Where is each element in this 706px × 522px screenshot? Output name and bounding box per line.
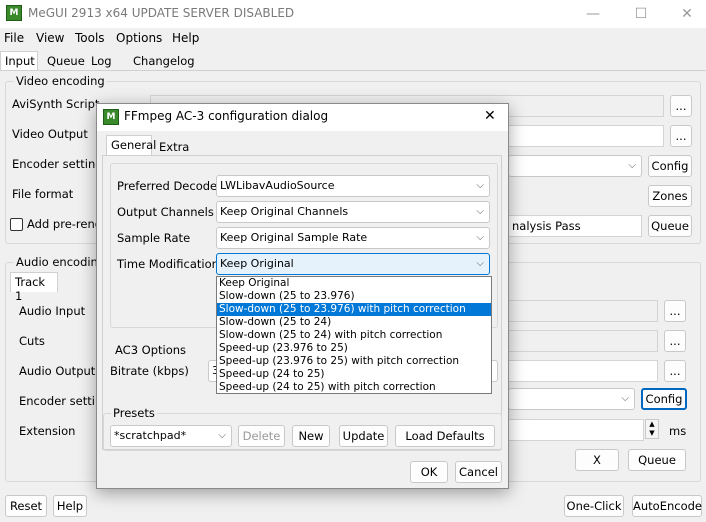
- delay-spinner[interactable]: ▲ ▼: [645, 419, 659, 439]
- ac3-options-label: AC3 Options: [113, 343, 189, 357]
- analysis-pass-field[interactable]: nalysis Pass: [508, 215, 642, 237]
- delay-input[interactable]: [508, 419, 644, 441]
- audio-input-field[interactable]: [508, 300, 658, 322]
- output-channels-value: Keep Original Channels: [220, 205, 349, 218]
- presets-label: Presets: [111, 406, 157, 420]
- dialog-title-bar: M FFmpeg AC-3 configuration dialog ✕: [97, 104, 508, 131]
- tab-changelog[interactable]: Changelog: [128, 51, 200, 71]
- cuts-field[interactable]: [508, 330, 658, 352]
- ok-button[interactable]: OK: [410, 461, 448, 483]
- video-encoder-select[interactable]: ⌵: [508, 155, 642, 177]
- menu-file[interactable]: File: [4, 31, 24, 45]
- audio-config-button[interactable]: Config: [641, 388, 687, 410]
- autoencode-button[interactable]: AutoEncode: [632, 495, 702, 517]
- video-encoding-label: Video encoding: [14, 74, 107, 88]
- chevron-down-icon: ⌵: [476, 180, 484, 191]
- title-bar: M MeGUI 2913 x64 UPDATE SERVER DISABLED …: [0, 0, 706, 28]
- tab-queue[interactable]: Queue: [42, 51, 90, 71]
- chevron-down-icon: ⌵: [621, 393, 629, 404]
- preset-value: *scratchpad*: [114, 429, 187, 442]
- audio-output-label: Audio Output: [19, 364, 96, 378]
- video-output-browse-button[interactable]: ...: [670, 125, 692, 147]
- dialog-title: FFmpeg AC-3 configuration dialog: [124, 109, 329, 123]
- ffmpeg-ac3-dialog: M FFmpeg AC-3 configuration dialog ✕ Gen…: [96, 103, 509, 489]
- audio-remove-button[interactable]: X: [575, 449, 619, 471]
- update-preset-button[interactable]: Update: [339, 425, 388, 447]
- dropdown-option[interactable]: Speed-up (23.976 to 25): [217, 342, 491, 355]
- load-defaults-button[interactable]: Load Defaults: [395, 425, 495, 447]
- bitrate-label: Bitrate (kbps): [110, 364, 189, 378]
- output-channels-label: Output Channels: [117, 205, 214, 219]
- video-config-button[interactable]: Config: [648, 155, 692, 177]
- dialog-tab-extra[interactable]: Extra: [154, 137, 194, 157]
- dropdown-option[interactable]: Slow-down (25 to 23.976): [217, 290, 491, 303]
- megui-logo-icon: M: [6, 5, 22, 21]
- audio-encoder-select[interactable]: ⌵: [508, 388, 635, 410]
- add-pre-render-checkbox[interactable]: [10, 218, 23, 231]
- tab-log[interactable]: Log: [86, 51, 117, 71]
- sample-rate-value: Keep Original Sample Rate: [220, 231, 368, 244]
- dropdown-option[interactable]: Slow-down (25 to 24): [217, 316, 491, 329]
- chevron-down-icon: ⌵: [476, 206, 484, 217]
- audio-input-label: Audio Input: [19, 304, 86, 318]
- time-modification-value: Keep Original: [220, 257, 294, 270]
- dropdown-option[interactable]: Speed-up (24 to 25) with pitch correctio…: [217, 381, 491, 394]
- dialog-close-icon[interactable]: ✕: [484, 108, 496, 124]
- avisynth-label: AviSynth Script: [12, 97, 100, 111]
- ms-label: ms: [669, 424, 687, 438]
- chevron-down-icon: ⌵: [218, 430, 226, 441]
- menu-help[interactable]: Help: [172, 31, 199, 45]
- dropdown-option[interactable]: Slow-down (25 to 23.976) with pitch corr…: [217, 303, 491, 316]
- audio-output-browse-button[interactable]: ...: [664, 360, 686, 382]
- file-format-label: File format: [12, 187, 74, 201]
- time-modification-dropdown: Keep Original Slow-down (25 to 23.976) Slo…: [216, 276, 492, 394]
- video-encoder-label: Encoder settings: [12, 157, 109, 171]
- audio-input-browse-button[interactable]: ...: [664, 300, 686, 322]
- avisynth-browse-button[interactable]: ...: [670, 95, 692, 117]
- time-modification-label: Time Modification: [117, 257, 219, 271]
- preset-select[interactable]: *scratchpad* ⌵: [110, 425, 232, 447]
- cuts-label: Cuts: [19, 334, 45, 348]
- minimize-icon[interactable]: —: [583, 4, 603, 24]
- window-title: MeGUI 2913 x64 UPDATE SERVER DISABLED: [28, 6, 295, 20]
- delete-preset-button[interactable]: Delete: [238, 425, 285, 447]
- chevron-down-icon: ⌵: [476, 258, 484, 269]
- extension-label: Extension: [19, 424, 76, 438]
- chevron-down-icon: ⌵: [476, 232, 484, 243]
- dialog-tab-general[interactable]: General: [106, 135, 156, 155]
- output-channels-select[interactable]: Keep Original Channels ⌵: [216, 201, 490, 223]
- maximize-icon[interactable]: ☐: [631, 4, 651, 24]
- menu-tools[interactable]: Tools: [75, 31, 105, 45]
- preferred-decoder-value: LWLibavAudioSource: [220, 179, 335, 192]
- new-preset-button[interactable]: New: [292, 425, 330, 447]
- tab-input[interactable]: Input: [0, 51, 38, 71]
- menu-options[interactable]: Options: [116, 31, 162, 45]
- sample-rate-label: Sample Rate: [117, 231, 191, 245]
- tab-track-1[interactable]: Track 1: [10, 272, 58, 303]
- dropdown-option[interactable]: Speed-up (24 to 25): [217, 368, 491, 381]
- audio-encoding-label: Audio encoding: [14, 255, 108, 269]
- preferred-decoder-label: Preferred Decoder: [117, 179, 222, 193]
- preferred-decoder-select[interactable]: LWLibavAudioSource ⌵: [216, 175, 490, 197]
- zones-button[interactable]: Zones: [648, 185, 692, 207]
- video-queue-button[interactable]: Queue: [648, 215, 692, 237]
- close-icon[interactable]: ✕: [677, 4, 697, 24]
- audio-queue-button[interactable]: Queue: [628, 449, 686, 471]
- cuts-browse-button[interactable]: ...: [664, 330, 686, 352]
- chevron-down-icon: ⌵: [628, 160, 636, 171]
- dropdown-option[interactable]: Keep Original: [217, 277, 491, 290]
- dropdown-option[interactable]: Speed-up (23.976 to 25) with pitch corre…: [217, 355, 491, 368]
- sample-rate-select[interactable]: Keep Original Sample Rate ⌵: [216, 227, 490, 249]
- dropdown-option[interactable]: Slow-down (25 to 24) with pitch correcti…: [217, 329, 491, 342]
- time-modification-select[interactable]: Keep Original ⌵: [216, 253, 490, 275]
- audio-output-field[interactable]: [508, 360, 658, 382]
- help-button[interactable]: Help: [53, 495, 87, 517]
- cancel-button[interactable]: Cancel: [455, 461, 502, 483]
- menu-view[interactable]: View: [36, 31, 64, 45]
- reset-button[interactable]: Reset: [5, 495, 47, 517]
- megui-logo-icon: M: [103, 109, 119, 125]
- video-output-label: Video Output: [12, 127, 88, 141]
- one-click-button[interactable]: One-Click: [564, 495, 624, 517]
